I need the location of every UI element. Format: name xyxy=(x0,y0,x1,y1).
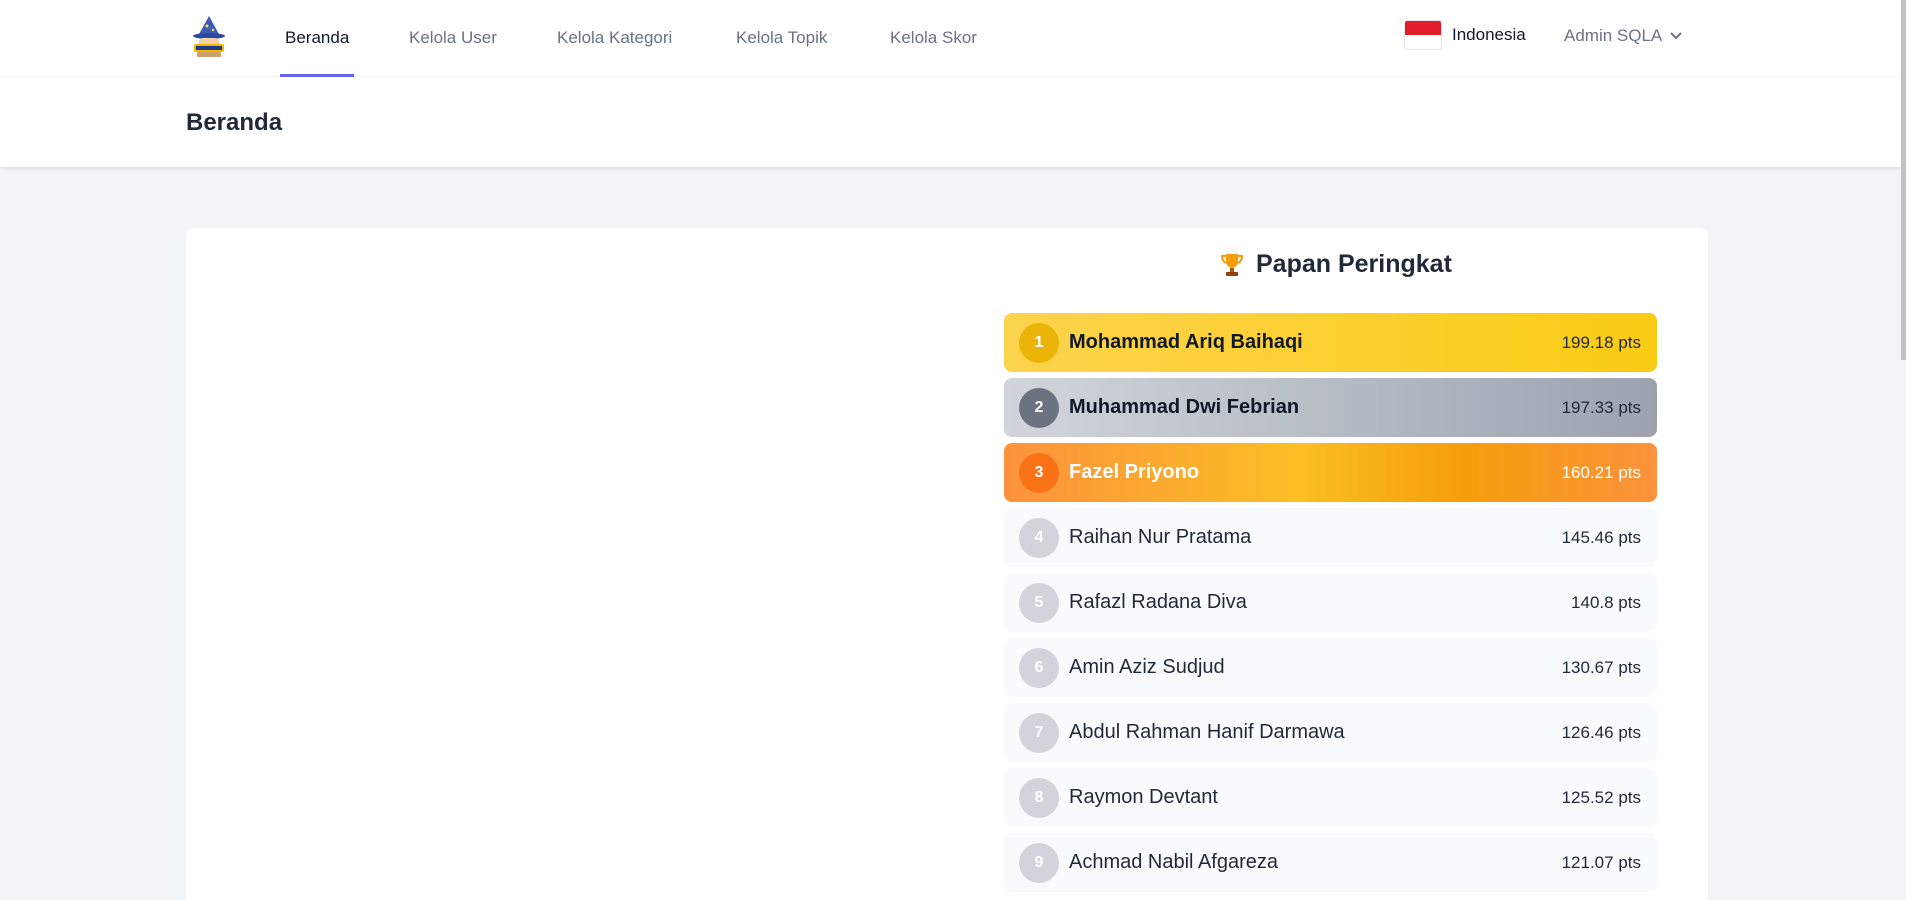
user-menu-dropdown[interactable]: Admin SQLA xyxy=(1564,26,1682,46)
nav-link-beranda[interactable]: Beranda xyxy=(285,28,349,48)
nav-link-kelola-kategori[interactable]: Kelola Kategori xyxy=(557,28,672,48)
player-points: 126.46 pts xyxy=(1561,722,1641,742)
rank-badge: 7 xyxy=(1019,712,1059,753)
rank-badge: 6 xyxy=(1019,647,1059,688)
indonesia-flag-icon xyxy=(1404,20,1442,50)
player-name: Achmad Nabil Afgareza xyxy=(1069,851,1279,873)
leaderboard-row: 7 Abdul Rahman Hanif Darmawa 126.46 pts xyxy=(1004,703,1657,762)
page-title: Beranda xyxy=(186,109,283,136)
leaderboard-row: 1 Mohammad Ariq Baihaqi 199.18 pts xyxy=(1004,313,1657,372)
leaderboard-row: 4 Raihan Nur Pratama 145.46 pts xyxy=(1004,508,1657,567)
nav-link-kelola-skor[interactable]: Kelola Skor xyxy=(890,28,977,48)
player-points: 121.07 pts xyxy=(1561,852,1641,872)
language-label: Indonesia xyxy=(1452,25,1526,44)
wizard-logo-icon[interactable] xyxy=(186,14,232,60)
player-name: Fazel Priyono xyxy=(1069,461,1200,483)
player-name: Amin Aziz Sudjud xyxy=(1069,656,1225,678)
leaderboard-row: 5 Rafazl Radana Diva 140.8 pts xyxy=(1004,573,1657,632)
language-selector[interactable]: Indonesia xyxy=(1404,20,1526,50)
player-points: 125.52 pts xyxy=(1561,787,1641,807)
top-navbar: Beranda Kelola User Kelola Kategori Kelo… xyxy=(0,0,1906,77)
player-name: Raymon Devtant xyxy=(1069,786,1218,808)
nav-link-kelola-user[interactable]: Kelola User xyxy=(409,28,497,48)
rank-badge: 2 xyxy=(1019,387,1059,428)
player-name: Muhammad Dwi Febrian xyxy=(1069,396,1300,418)
rank-badge: 5 xyxy=(1019,582,1059,623)
page-scrollbar[interactable] xyxy=(1901,0,1906,360)
player-name: Abdul Rahman Hanif Darmawa xyxy=(1069,721,1345,743)
player-name: Raihan Nur Pratama xyxy=(1069,526,1252,548)
user-name: Admin SQLA xyxy=(1564,26,1663,45)
rank-badge: 4 xyxy=(1019,517,1059,558)
player-points: 140.8 pts xyxy=(1571,592,1641,612)
player-points: 130.67 pts xyxy=(1561,657,1641,677)
player-points: 197.33 pts xyxy=(1561,397,1641,417)
leaderboard-row: 8 Raymon Devtant 125.52 pts xyxy=(1004,768,1657,827)
page-header: Beranda xyxy=(0,77,1906,167)
trophy-icon xyxy=(1220,253,1244,276)
rank-badge: 1 xyxy=(1019,322,1059,363)
player-points: 160.21 pts xyxy=(1561,462,1641,482)
rank-badge: 8 xyxy=(1019,777,1059,818)
leaderboard-row: 9 Achmad Nabil Afgareza 121.07 pts xyxy=(1004,833,1657,892)
player-name: Rafazl Radana Diva xyxy=(1069,591,1247,613)
leaderboard-row: 3 Fazel Priyono 160.21 pts xyxy=(1004,443,1657,502)
nav-link-kelola-topik[interactable]: Kelola Topik xyxy=(736,28,827,48)
player-points: 199.18 pts xyxy=(1561,332,1641,352)
rank-badge: 9 xyxy=(1019,842,1059,883)
player-name: Mohammad Ariq Baihaqi xyxy=(1069,331,1303,353)
leaderboard-title-text: Papan Peringkat xyxy=(1256,250,1452,278)
leaderboard-row: 2 Muhammad Dwi Febrian 197.33 pts xyxy=(1004,378,1657,437)
rank-badge: 3 xyxy=(1019,452,1059,493)
chevron-down-icon xyxy=(1670,32,1682,40)
leaderboard-row: 6 Amin Aziz Sudjud 130.67 pts xyxy=(1004,638,1657,697)
leaderboard-title: Papan Peringkat xyxy=(1220,250,1452,279)
player-points: 145.46 pts xyxy=(1561,527,1641,547)
